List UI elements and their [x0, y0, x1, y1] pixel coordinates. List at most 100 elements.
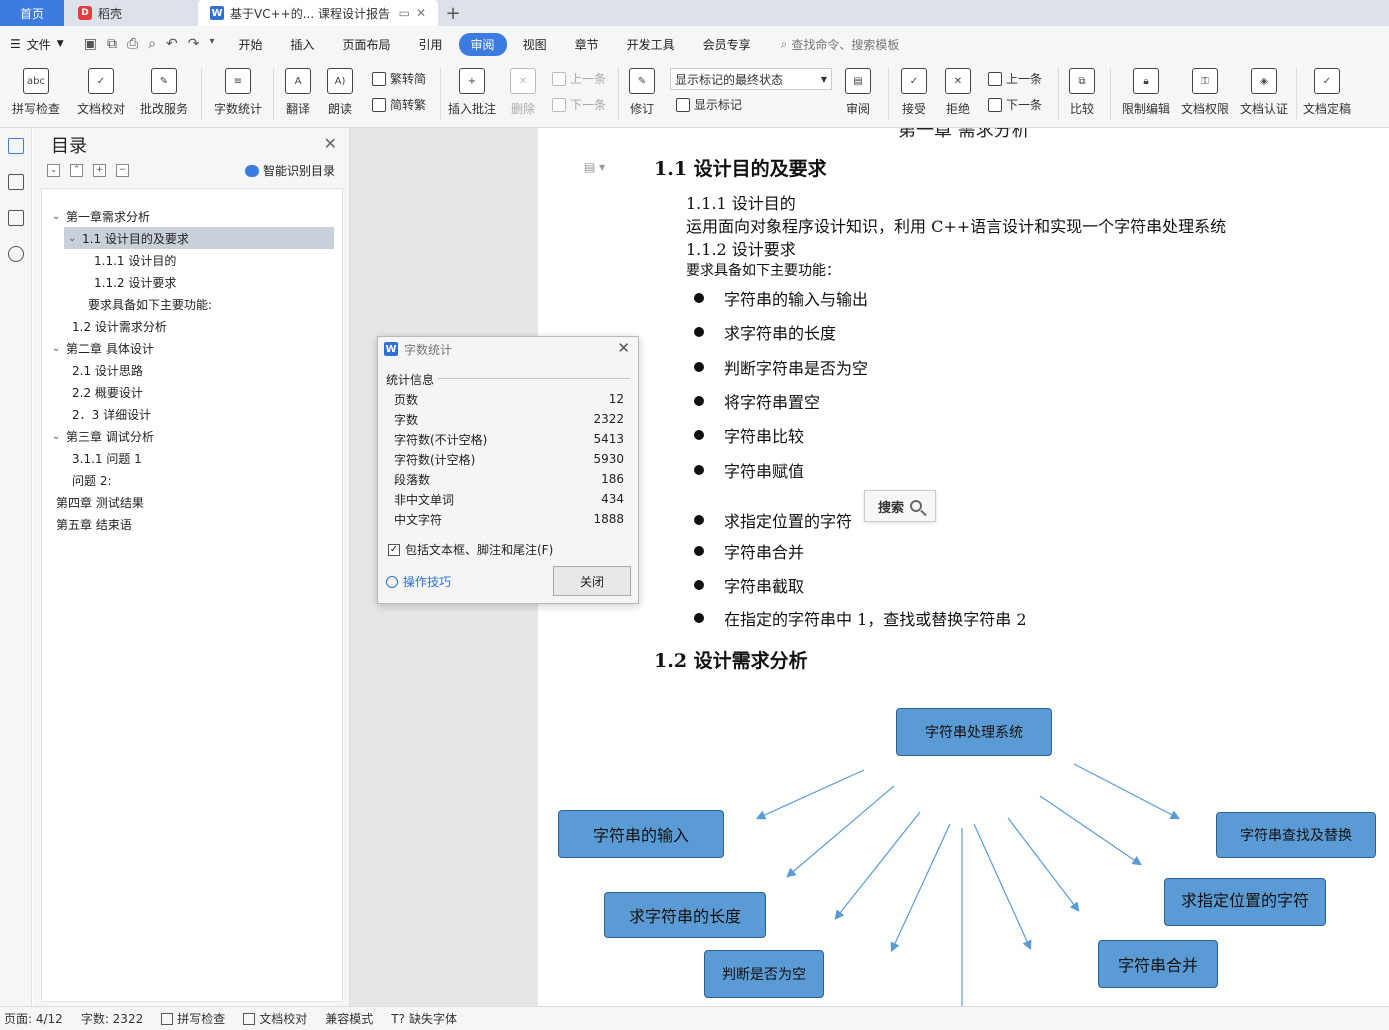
toc-item[interactable]: ⌄ 第一章需求分析 — [42, 205, 150, 227]
simp-to-trad-button[interactable]: 简转繁 — [372, 96, 426, 113]
revise-service-button[interactable]: ✎ 批改服务 — [134, 62, 194, 117]
menu-tab[interactable]: 章节 — [563, 33, 611, 56]
trad-to-simp-button[interactable]: 繁转简 — [372, 70, 426, 87]
pin-icon[interactable]: ▭ — [399, 6, 410, 20]
next-change-button[interactable]: 下一条 — [988, 96, 1042, 113]
smart-toc-button[interactable]: 智能识别目录 — [244, 162, 335, 179]
accept-icon: ✓ — [901, 68, 927, 94]
menu-tab[interactable]: 开发工具 — [615, 33, 687, 56]
close-icon[interactable]: ✕ — [324, 134, 337, 153]
review-pane-button[interactable]: ▤ 审阅 — [840, 62, 876, 117]
command-search[interactable]: ⌕ 查找命令、搜索模板 — [781, 36, 900, 53]
delete-comment-button[interactable]: ✕ 删除 — [504, 62, 542, 117]
chevron-down-icon[interactable]: ⌄ — [52, 211, 66, 222]
doc-cert-button[interactable]: ◈ 文档认证 — [1236, 62, 1292, 117]
toc-item-label: 第四章 测试结果 — [56, 495, 144, 510]
page-indicator[interactable]: 页面: 4/12 — [4, 1010, 63, 1027]
toc-item[interactable]: 1.1.2 设计要求 — [42, 271, 176, 293]
toc-item[interactable]: 1.1.1 设计目的 — [42, 249, 176, 271]
compare-button[interactable]: ⧉ 比较 — [1064, 62, 1100, 117]
word-count-status[interactable]: 字数: 2322 — [81, 1010, 143, 1027]
translate-button[interactable]: A 翻译 — [280, 62, 316, 117]
toc-item-label: 第一章需求分析 — [66, 209, 151, 224]
next-comment-button[interactable]: 下一条 — [552, 96, 606, 113]
revise-button[interactable]: ✎ 修订 — [624, 62, 660, 117]
toc-item[interactable]: 3.1.1 问题 1 — [42, 447, 142, 469]
include-notes-checkbox[interactable]: ✓ 包括文本框、脚注和尾注(F) — [388, 541, 553, 558]
close-dialog-button[interactable]: 关闭 — [553, 566, 631, 596]
doc-check-status[interactable]: 文档校对 — [243, 1010, 307, 1027]
toc-item-label: 1.1.1 设计目的 — [94, 253, 177, 268]
menu-tab[interactable]: 会员专享 — [691, 33, 763, 56]
toc-panel-icon[interactable] — [8, 138, 24, 154]
insert-comment-button[interactable]: + 插入批注 — [446, 62, 498, 117]
next-comment-label: 下一条 — [570, 98, 607, 112]
toc-item[interactable]: 第五章 结束语 — [42, 513, 132, 535]
toc-item[interactable]: 1.2 设计需求分析 — [42, 315, 167, 337]
show-marks-button[interactable]: 显示标记 — [676, 96, 742, 113]
toc-item[interactable]: 第四章 测试结果 — [42, 491, 144, 513]
menu-tab[interactable]: 页面布局 — [331, 33, 403, 56]
tips-link[interactable]: 操作技巧 — [386, 573, 451, 590]
missing-font-label: 缺失字体 — [408, 1012, 457, 1026]
menu-tab[interactable]: 视图 — [511, 33, 559, 56]
trad-simp-icon — [372, 71, 386, 86]
close-tab-icon[interactable]: ✕ — [416, 6, 426, 20]
collapse-all-icon[interactable]: ⌄ — [47, 164, 60, 177]
toc-item[interactable]: 问题 2: — [42, 469, 112, 491]
chevron-down-icon[interactable]: ⌄ — [52, 343, 66, 354]
close-icon[interactable]: ✕ — [617, 339, 630, 357]
prev-comment-button[interactable]: 上一条 — [552, 70, 606, 87]
expand-all-icon[interactable]: ⌃ — [70, 164, 83, 177]
tab-home[interactable]: 首页 — [0, 0, 64, 26]
file-menu[interactable]: ☰ 文件 ▼ — [0, 36, 74, 53]
toc-item[interactable]: 2.2 概要设计 — [42, 381, 143, 403]
spell-check-button[interactable]: abc 拼写检查 — [6, 62, 66, 117]
add-icon[interactable]: + — [93, 164, 106, 177]
restrict-edit-button[interactable]: 🔒︎ 限制编辑 — [1118, 62, 1174, 117]
word-count-icon: ≡ — [225, 68, 251, 94]
preview-icon[interactable]: ⌕ — [148, 36, 156, 52]
tab-document[interactable]: W 基于VC++的... 课程设计报告 ▭ ✕ — [198, 0, 438, 26]
toc-item[interactable]: 2．3 详细设计 — [42, 403, 151, 425]
show-marks-icon — [676, 97, 690, 112]
menu-tab[interactable]: 插入 — [279, 33, 327, 56]
more-icon[interactable]: ▾ — [209, 36, 214, 52]
reject-button[interactable]: ✕ 拒绝 — [940, 62, 976, 117]
word-count-button[interactable]: ≡ 字数统计 — [210, 62, 266, 117]
chevron-down-icon[interactable]: ⌄ — [68, 233, 82, 244]
accept-button[interactable]: ✓ 接受 — [896, 62, 932, 117]
doc-permission-button[interactable]: ⚿ 文档权限 — [1178, 62, 1232, 117]
spell-check-status[interactable]: 拼写检查 — [161, 1010, 225, 1027]
tab-daoke[interactable]: D 稻壳 — [66, 0, 196, 26]
navigation-icon[interactable] — [8, 174, 24, 190]
read-aloud-button[interactable]: A) 朗读 — [322, 62, 358, 117]
new-tab-button[interactable]: + — [438, 0, 468, 26]
track-state-select[interactable]: 显示标记的最终状态 ▼ — [670, 68, 832, 90]
save-icon[interactable]: ▣ — [84, 36, 97, 52]
export-icon[interactable]: ⧉ — [107, 36, 117, 52]
compat-mode-status[interactable]: 兼容模式 — [325, 1010, 373, 1027]
menu-tab[interactable]: 审阅 — [458, 32, 507, 56]
font-icon: T? — [391, 1011, 405, 1026]
toc-item[interactable]: 要求具备如下主要功能: — [42, 293, 212, 315]
missing-font-status[interactable]: T? 缺失字体 — [391, 1010, 457, 1027]
doc-check-button[interactable]: ✓ 文档校对 — [72, 62, 130, 117]
bookmark-icon[interactable] — [8, 210, 24, 226]
toc-item-label: 3.1.1 问题 1 — [72, 451, 142, 466]
print-icon[interactable]: ⎙ — [127, 36, 138, 52]
undo-icon[interactable]: ↶ — [166, 36, 178, 52]
remove-icon[interactable]: − — [116, 164, 129, 177]
chevron-down-icon[interactable]: ⌄ — [52, 431, 66, 442]
toc-item[interactable]: ⌄ 第二章 具体设计 — [42, 337, 154, 359]
redo-icon[interactable]: ↷ — [188, 36, 200, 52]
track-state-value: 显示标记的最终状态 — [675, 72, 784, 87]
prev-change-button[interactable]: 上一条 — [988, 70, 1042, 87]
search-icon[interactable] — [8, 246, 24, 262]
menu-tab[interactable]: 引用 — [407, 33, 455, 56]
toc-item[interactable]: 2.1 设计思路 — [42, 359, 143, 381]
doc-final-button[interactable]: ✓ 文档定稿 — [1300, 62, 1354, 117]
toc-item[interactable]: ⌄ 第三章 调试分析 — [42, 425, 154, 447]
menu-tab[interactable]: 开始 — [226, 33, 274, 56]
toc-item[interactable]: ⌄ 1.1 设计目的及要求 — [64, 227, 334, 249]
